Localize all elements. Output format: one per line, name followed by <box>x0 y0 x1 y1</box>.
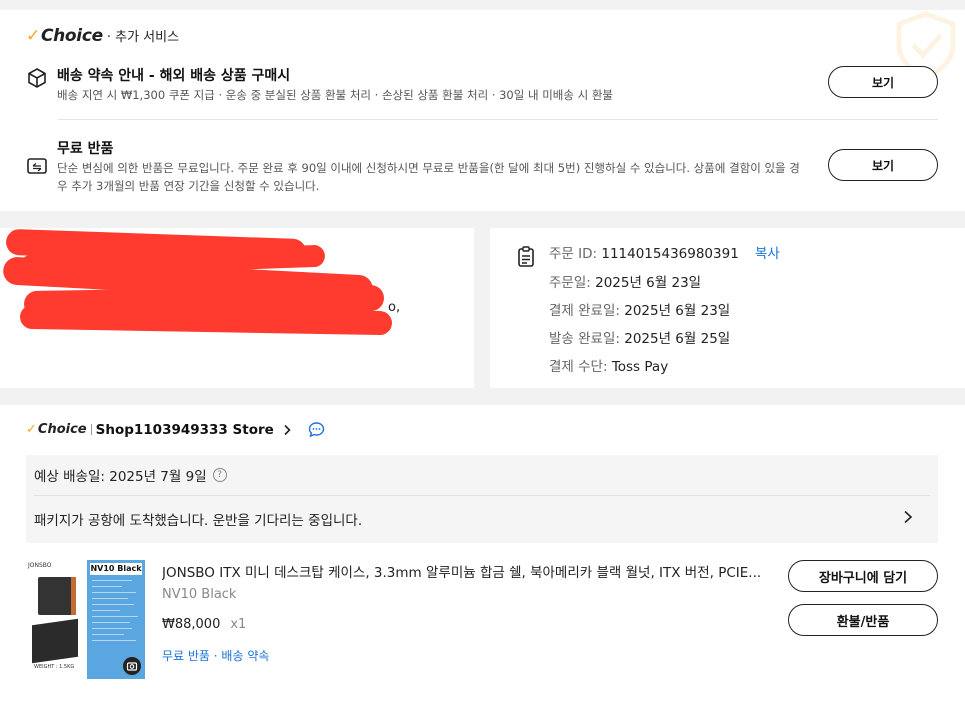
product-price: ₩88,000 <box>162 617 221 632</box>
address-fragment: o, <box>388 300 401 315</box>
service-title: 배송 약속 안내 - 해외 배송 상품 구매시 <box>57 68 291 84</box>
view-delivery-promise-button[interactable]: 보기 <box>828 66 938 98</box>
copy-order-id-link[interactable]: 복사 <box>755 242 780 262</box>
shipping-address-panel: o, <box>0 228 474 388</box>
order-id-value: 1114015436980391 <box>601 246 739 262</box>
walnut-panel <box>71 577 76 615</box>
thumb-brand: JONSBO <box>28 562 52 569</box>
product-spec-image[interactable]: NV10 Black <box>87 560 145 679</box>
add-to-cart-button[interactable]: 장바구니에 담기 <box>788 560 938 592</box>
store-order-panel: ✓Choice Shop1103949333 Store 예상 배송일: 202… <box>0 405 965 701</box>
service-free-return: 무료 반품 단순 변심에 의한 반품은 무료입니다. 주문 완료 후 90일 이… <box>26 138 938 198</box>
case-illustration <box>32 618 78 664</box>
help-icon[interactable]: ? <box>212 468 227 482</box>
chat-icon[interactable] <box>308 421 325 438</box>
order-info-panel: 주문 ID: 1114015436980391 복사 주문일: 2025년 6월… <box>490 228 965 388</box>
choice-services-panel: ✓Choice · 추가 서비스 배송 약속 안내 - 해외 배송 상품 구매시… <box>0 10 965 211</box>
check-icon: ✓ <box>26 26 40 46</box>
chevron-right-icon[interactable] <box>282 424 292 436</box>
store-header: ✓Choice Shop1103949333 Store <box>26 421 325 438</box>
store-name-link[interactable]: Shop1103949333 Store <box>96 422 274 438</box>
services-subtitle: · 추가 서비스 <box>106 30 180 45</box>
estimated-delivery: 예상 배송일: 2025년 7월 9일 ? <box>34 465 227 485</box>
order-id-row: 주문 ID: 1114015436980391 <box>549 246 739 262</box>
product-price-row: ₩88,000 x1 <box>162 617 246 632</box>
receipt-icon <box>518 246 534 267</box>
paid-date-row: 결제 완료일: 2025년 6월 23일 <box>549 303 731 319</box>
service-title: 무료 반품 <box>57 141 114 157</box>
product-title-link[interactable]: JONSBO ITX 미니 데스크탑 케이스, 3.3mm 알루미늄 합금 쉘,… <box>162 561 762 581</box>
divider <box>58 119 938 120</box>
payment-method-row: 결제 수단: Toss Pay <box>549 359 669 375</box>
return-icon <box>27 158 47 174</box>
service-description: 배송 지연 시 ₩1,300 쿠폰 지급 · 운송 중 분실된 상품 환불 처리… <box>57 88 614 102</box>
services-header: ✓Choice · 추가 서비스 <box>26 26 179 46</box>
refund-return-button[interactable]: 환불/반품 <box>788 604 938 636</box>
spec-lines <box>92 580 140 646</box>
delivery-status-box: 예상 배송일: 2025년 7월 9일 ? 패키지가 공항에 도착했습니다. 운… <box>26 455 938 543</box>
choice-logo: ✓Choice <box>26 26 103 46</box>
shipped-date-row: 발송 완료일: 2025년 6월 25일 <box>549 331 731 347</box>
choice-logo: ✓Choice <box>26 422 87 437</box>
box-icon <box>28 68 46 88</box>
product-service-tags[interactable]: 무료 반품 · 배송 약속 <box>162 647 269 664</box>
product-image[interactable]: JONSBO WEIGHT : 1.5KG <box>26 560 84 676</box>
thumb-weight: WEIGHT : 1.5KG <box>34 664 75 670</box>
order-date-row: 주문일: 2025년 6월 23일 <box>549 275 702 291</box>
camera-icon[interactable] <box>123 657 141 675</box>
redaction <box>19 304 393 336</box>
product-variant: NV10 Black <box>162 587 237 602</box>
product-quantity: x1 <box>230 617 247 632</box>
separator <box>90 424 92 435</box>
check-icon: ✓ <box>26 422 37 437</box>
service-delivery-promise: 배송 약속 안내 - 해외 배송 상품 구매시 배송 지연 시 ₩1,300 쿠… <box>26 65 938 105</box>
view-free-return-button[interactable]: 보기 <box>828 149 938 181</box>
shipping-status-text: 패키지가 공항에 도착했습니다. 운반을 기다리는 중입니다. <box>34 513 363 529</box>
divider <box>34 495 930 496</box>
chevron-right-icon[interactable] <box>902 510 914 524</box>
thumb-label: NV10 Black <box>90 563 142 575</box>
service-description: 단순 변심에 의한 반품은 무료입니다. 주문 완료 후 90일 이내에 신청하… <box>57 161 800 193</box>
